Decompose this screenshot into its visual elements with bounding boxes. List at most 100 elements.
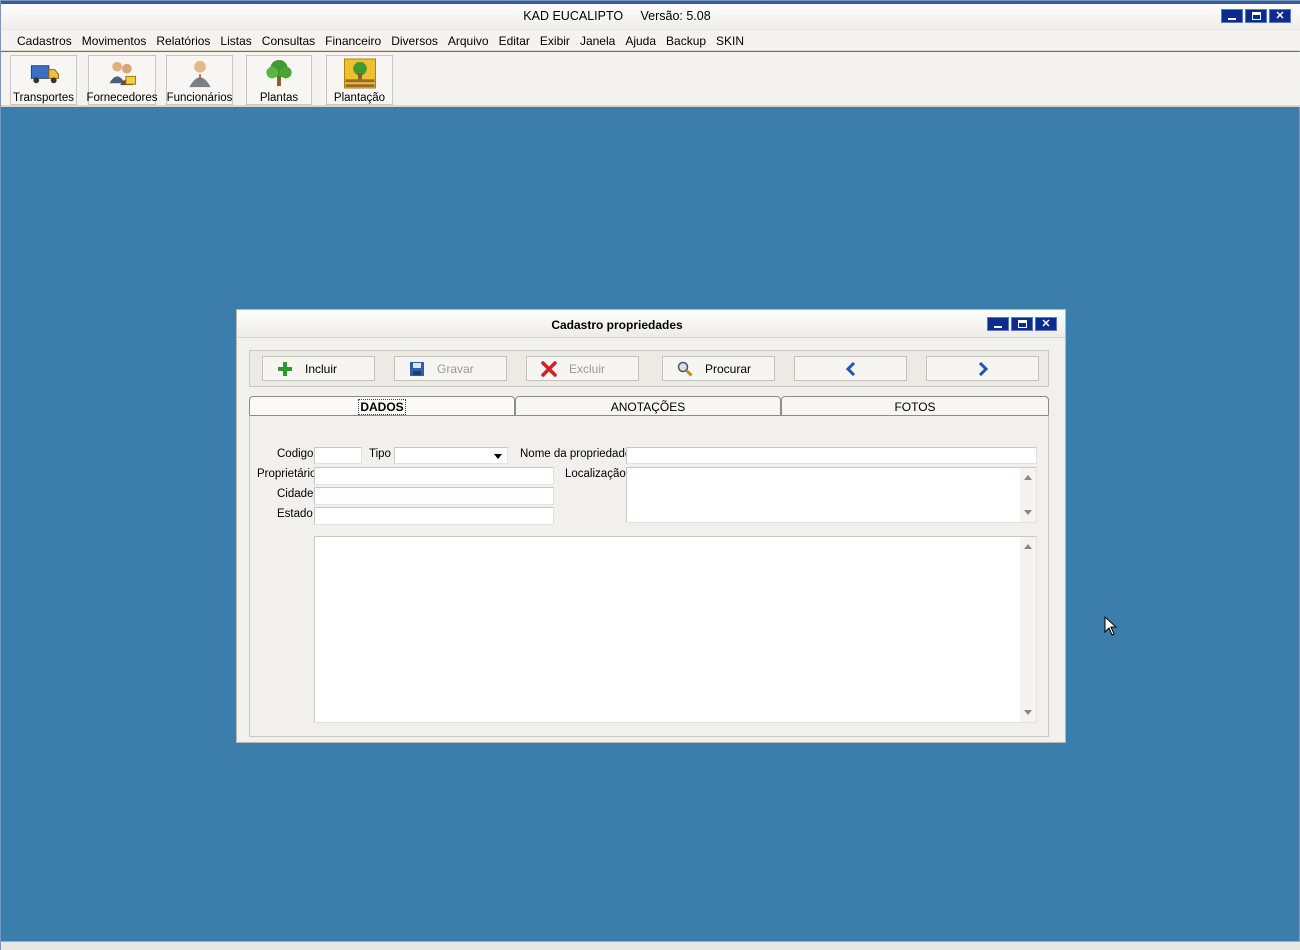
- scroll-up-icon[interactable]: [1024, 544, 1032, 549]
- main-window: KAD EUCALIPTO Versão: 5.08 ✕ Cadastros M…: [0, 0, 1300, 950]
- incluir-button[interactable]: Incluir: [262, 356, 375, 381]
- minimize-icon: [994, 326, 1002, 328]
- plantation-icon: [343, 58, 376, 89]
- localizacao-label: Localização: [565, 468, 626, 480]
- menu-editar[interactable]: Editar: [494, 34, 535, 48]
- close-button[interactable]: ✕: [1269, 9, 1291, 23]
- mouse-pointer-icon: [1104, 616, 1118, 636]
- menu-financeiro[interactable]: Financeiro: [320, 34, 386, 48]
- app-name: KAD EUCALIPTO: [523, 9, 624, 23]
- save-icon: [410, 361, 424, 376]
- scroll-down-icon[interactable]: [1024, 710, 1032, 715]
- chevron-left-icon: [845, 361, 855, 376]
- cidade-label: Cidade: [277, 488, 314, 500]
- menu-janela[interactable]: Janela: [575, 34, 620, 48]
- scroll-down-icon[interactable]: [1024, 510, 1032, 515]
- minimize-icon: [1228, 18, 1236, 20]
- next-button[interactable]: [926, 356, 1039, 381]
- action-bar: Incluir Gravar Excluir Procurar: [249, 350, 1049, 387]
- app-titlebar[interactable]: KAD EUCALIPTO Versão: 5.08 ✕: [1, 1, 1300, 31]
- app-title: KAD EUCALIPTO Versão: 5.08: [1, 9, 1233, 23]
- tab-dados[interactable]: DADOS: [249, 396, 515, 416]
- menu-arquivo[interactable]: Arquivo: [443, 34, 494, 48]
- maximize-icon: [1017, 320, 1027, 328]
- menu-backup[interactable]: Backup: [661, 34, 711, 48]
- proprietario-label: Proprietário: [257, 468, 317, 480]
- menu-consultas[interactable]: Consultas: [257, 34, 320, 48]
- minimize-button[interactable]: [1221, 9, 1243, 23]
- maximize-button[interactable]: [1245, 9, 1267, 23]
- gravar-label: Gravar: [437, 361, 474, 376]
- plantacao-label: Plantação: [333, 92, 386, 104]
- tab-fotos[interactable]: FOTOS: [781, 396, 1049, 416]
- fornecedores-label: Fornecedores: [86, 92, 158, 104]
- tipo-combo[interactable]: [394, 447, 508, 464]
- menu-ajuda[interactable]: Ajuda: [620, 34, 661, 48]
- app-version: Versão: 5.08: [640, 9, 711, 23]
- menu-diversos[interactable]: Diversos: [386, 34, 443, 48]
- dados-panel: Codigo Tipo Nome da propriedade Propriet…: [249, 415, 1049, 737]
- codigo-label: Codigo: [277, 448, 314, 460]
- menu-cadastros[interactable]: Cadastros: [12, 34, 77, 48]
- delete-x-icon: [541, 360, 557, 377]
- descricao-textarea[interactable]: [314, 536, 1037, 723]
- tab-strip: DADOS ANOTAÇÕES FOTOS: [249, 396, 1049, 416]
- nome-propriedade-field[interactable]: [626, 447, 1037, 464]
- plantacao-button[interactable]: Plantação: [326, 55, 393, 105]
- plantas-label: Plantas: [259, 92, 299, 104]
- fornecedores-button[interactable]: Fornecedores: [86, 55, 158, 105]
- excluir-button[interactable]: Excluir: [526, 356, 639, 381]
- employee-icon: [188, 60, 211, 88]
- toolbar: Transportes Fornecedores Funcionários Pl…: [1, 52, 1300, 107]
- close-icon: ✕: [1041, 317, 1051, 330]
- menu-listas[interactable]: Listas: [215, 34, 256, 48]
- procurar-button[interactable]: Procurar: [662, 356, 775, 381]
- codigo-field[interactable]: [314, 447, 362, 464]
- localizacao-scrollbar[interactable]: [1020, 468, 1036, 522]
- funcionarios-label: Funcionários: [166, 92, 233, 104]
- maximize-icon: [1251, 12, 1261, 20]
- transportes-label: Transportes: [13, 92, 74, 104]
- scroll-up-icon[interactable]: [1024, 475, 1032, 480]
- menu-skin[interactable]: SKIN: [711, 34, 749, 48]
- chevron-down-icon[interactable]: [490, 449, 506, 463]
- descricao-scrollbar[interactable]: [1020, 537, 1036, 722]
- tree-icon: [266, 59, 292, 87]
- proprietario-field[interactable]: [314, 467, 554, 485]
- tab-anotacoes[interactable]: ANOTAÇÕES: [515, 396, 781, 416]
- gravar-button[interactable]: Gravar: [394, 356, 507, 381]
- chevron-right-icon: [978, 361, 988, 376]
- dialog-close-button[interactable]: ✕: [1035, 317, 1057, 331]
- estado-field[interactable]: [314, 507, 554, 525]
- status-strip: [1, 941, 1300, 950]
- nome-propriedade-label: Nome da propriedade: [520, 448, 632, 460]
- excluir-label: Excluir: [569, 361, 606, 376]
- tipo-label: Tipo: [369, 448, 391, 460]
- localizacao-field[interactable]: [626, 467, 1037, 523]
- dialog-window-controls: ✕: [987, 317, 1057, 331]
- funcionarios-button[interactable]: Funcionários: [166, 55, 233, 105]
- search-icon: [677, 361, 693, 377]
- tab-dados-label: DADOS: [358, 399, 406, 415]
- menubar: Cadastros Movimentos Relatórios Listas C…: [1, 31, 1300, 51]
- previous-button[interactable]: [794, 356, 907, 381]
- close-icon: ✕: [1275, 9, 1285, 22]
- menu-exibir[interactable]: Exibir: [535, 34, 575, 48]
- menu-relatorios[interactable]: Relatórios: [151, 34, 215, 48]
- menu-movimentos[interactable]: Movimentos: [77, 34, 152, 48]
- tab-anotacoes-label: ANOTAÇÕES: [610, 400, 686, 414]
- suppliers-icon: [109, 61, 137, 86]
- cadastro-propriedades-dialog: Cadastro propriedades ✕ Incluir Gravar E…: [236, 309, 1066, 743]
- transportes-button[interactable]: Transportes: [10, 55, 77, 105]
- cidade-field[interactable]: [314, 487, 554, 505]
- procurar-label: Procurar: [705, 361, 752, 376]
- plantas-button[interactable]: Plantas: [246, 55, 312, 105]
- dialog-maximize-button[interactable]: [1011, 317, 1033, 331]
- dialog-titlebar[interactable]: Cadastro propriedades ✕: [237, 310, 1065, 338]
- app-window-controls: ✕: [1221, 9, 1291, 23]
- dialog-title: Cadastro propriedades: [551, 318, 683, 332]
- incluir-label: Incluir: [305, 361, 338, 376]
- estado-label: Estado: [277, 508, 313, 520]
- tab-fotos-label: FOTOS: [894, 400, 936, 414]
- dialog-minimize-button[interactable]: [987, 317, 1009, 331]
